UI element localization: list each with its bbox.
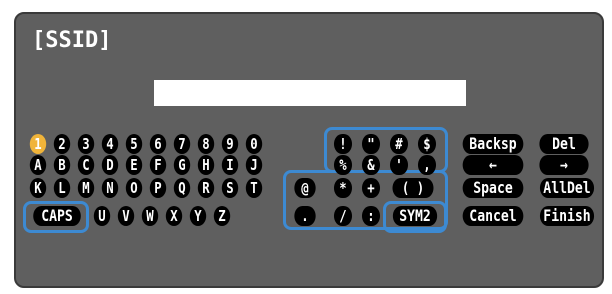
key-ampersand[interactable]: & [361, 155, 381, 175]
key-a[interactable]: A [29, 155, 47, 175]
key-i[interactable]: I [221, 155, 239, 175]
key-g[interactable]: G [173, 155, 191, 175]
key-plus[interactable]: + [361, 178, 381, 198]
key-dollar[interactable]: $ [417, 134, 437, 154]
key-u[interactable]: U [93, 206, 111, 226]
key-h[interactable]: H [197, 155, 215, 175]
key-r[interactable]: R [197, 178, 215, 198]
key-1[interactable]: 1 [29, 134, 47, 154]
key-v[interactable]: V [117, 206, 135, 226]
key-6[interactable]: 6 [149, 134, 167, 154]
key-t[interactable]: T [245, 178, 263, 198]
key-2[interactable]: 2 [53, 134, 71, 154]
key-parentheses[interactable]: ( ) [392, 178, 434, 198]
finish-key[interactable]: Finish [539, 206, 595, 226]
key-s[interactable]: S [221, 178, 239, 198]
key-hash[interactable]: # [389, 134, 409, 154]
key-z[interactable]: Z [213, 206, 231, 226]
key-p[interactable]: P [149, 178, 167, 198]
key-4[interactable]: 4 [101, 134, 119, 154]
backspace-key[interactable]: Backsp [462, 134, 524, 154]
key-f[interactable]: F [149, 155, 167, 175]
key-d[interactable]: D [101, 155, 119, 175]
delete-key[interactable]: Del [539, 134, 589, 154]
key-comma[interactable]: , [417, 155, 437, 175]
key-y[interactable]: Y [189, 206, 207, 226]
key-j[interactable]: J [245, 155, 263, 175]
caps-key[interactable]: CAPS [33, 206, 81, 226]
key-c[interactable]: C [77, 155, 95, 175]
key-w[interactable]: W [141, 206, 159, 226]
key-l[interactable]: L [53, 178, 71, 198]
key-9[interactable]: 9 [221, 134, 239, 154]
alldel-key[interactable]: AllDel [539, 178, 595, 198]
key-8[interactable]: 8 [197, 134, 215, 154]
key-0[interactable]: 0 [245, 134, 263, 154]
key-k[interactable]: K [29, 178, 47, 198]
key-colon[interactable]: : [361, 206, 381, 226]
key-b[interactable]: B [53, 155, 71, 175]
key-e[interactable]: E [125, 155, 143, 175]
key-at[interactable]: @ [294, 178, 316, 198]
ssid-input-field[interactable] [154, 80, 466, 106]
right-arrow-key[interactable]: → [539, 155, 589, 175]
key-m[interactable]: M [77, 178, 95, 198]
key-percent[interactable]: % [333, 155, 353, 175]
key-o[interactable]: O [125, 178, 143, 198]
key-period[interactable]: . [294, 206, 316, 226]
left-arrow-key[interactable]: ← [462, 155, 524, 175]
key-5[interactable]: 5 [125, 134, 143, 154]
key-apostrophe[interactable]: ' [389, 155, 409, 175]
dialog-title: [SSID] [32, 28, 112, 53]
sym2-key[interactable]: SYM2 [392, 206, 438, 226]
key-slash[interactable]: / [333, 206, 353, 226]
key-asterisk[interactable]: * [333, 178, 353, 198]
key-n[interactable]: N [101, 178, 119, 198]
space-key[interactable]: Space [462, 178, 524, 198]
key-q[interactable]: Q [173, 178, 191, 198]
cancel-key[interactable]: Cancel [462, 206, 524, 226]
key-7[interactable]: 7 [173, 134, 191, 154]
key-exclamation[interactable]: ! [333, 134, 353, 154]
key-x[interactable]: X [165, 206, 183, 226]
key-double-quote[interactable]: " [361, 134, 381, 154]
key-3[interactable]: 3 [77, 134, 95, 154]
